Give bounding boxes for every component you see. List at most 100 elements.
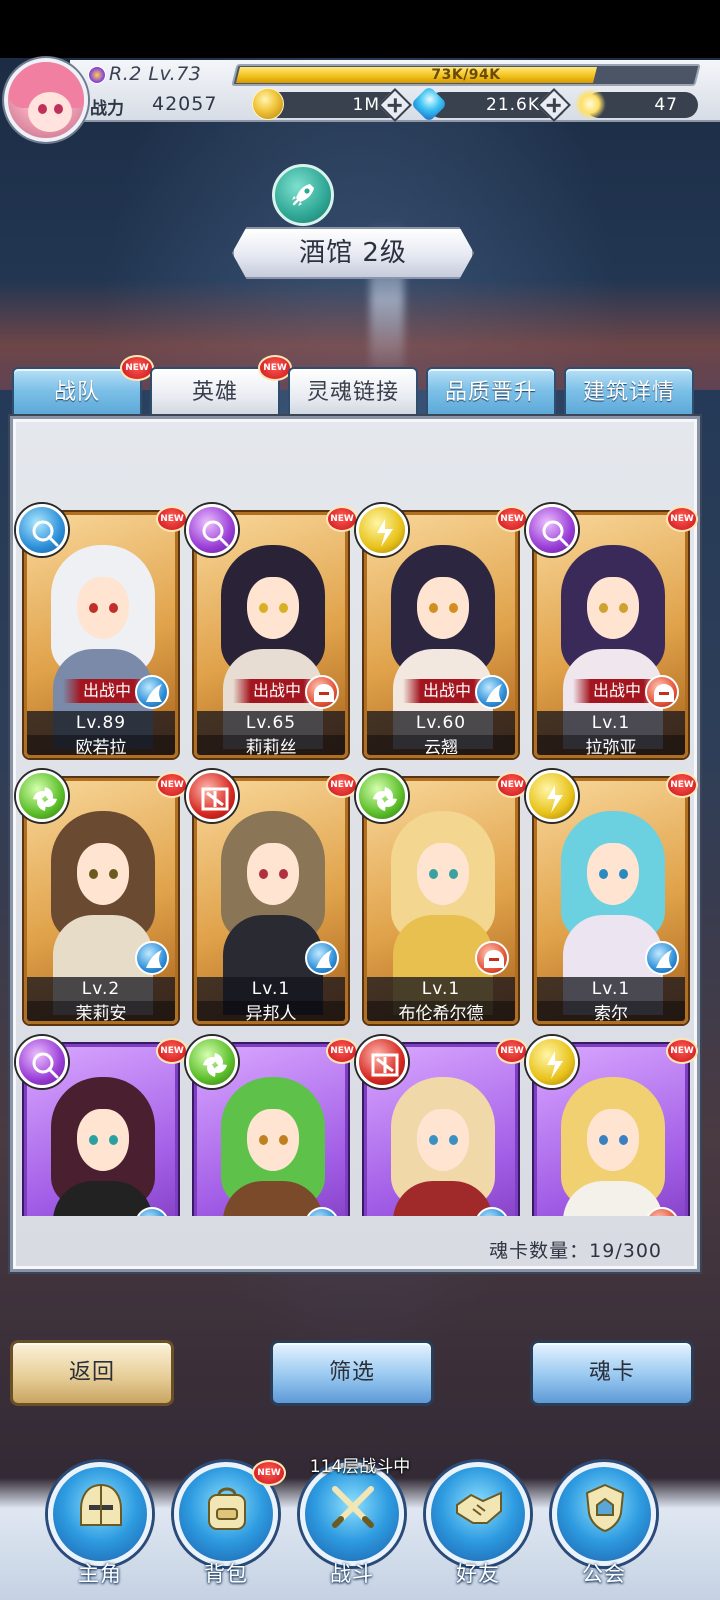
avatar-eye	[38, 104, 47, 114]
hero-eye	[279, 603, 288, 613]
handshake-icon	[456, 1491, 502, 1524]
ship-sail-icon	[135, 675, 169, 709]
tab-label: 建筑详情	[582, 380, 675, 405]
nav-label: 背包	[204, 1562, 248, 1586]
hero-level: Lv.1	[197, 977, 345, 1001]
power-value: 42057	[152, 93, 218, 115]
soul-card-button[interactable]: 魂卡	[530, 1340, 694, 1406]
hero-eye	[449, 603, 458, 613]
filter-label: 筛选	[328, 1360, 375, 1385]
nav-battle-button[interactable]	[300, 1462, 404, 1566]
new-badge: NEW	[156, 772, 188, 798]
hero-eye	[599, 869, 608, 879]
hero-face	[417, 1109, 469, 1171]
new-badge: NEW	[326, 1038, 358, 1064]
hero-face	[247, 1109, 299, 1171]
element-red-icon	[186, 770, 238, 822]
nav-hero-button[interactable]	[48, 1462, 152, 1566]
new-badge: NEW	[156, 1038, 188, 1064]
hero-portrait	[207, 1063, 335, 1216]
hero-eye	[619, 1135, 628, 1145]
tab-soul-link[interactable]: 灵魂链接	[288, 367, 418, 417]
new-badge: NEW	[666, 772, 698, 798]
hero-eye	[109, 869, 118, 879]
element-yellow-icon	[526, 1036, 578, 1088]
new-badge: NEW	[496, 1038, 528, 1064]
element-purple-icon	[16, 1036, 68, 1088]
hero-face	[587, 577, 639, 639]
hero-portrait	[547, 1063, 675, 1216]
tab-label: 战队	[53, 380, 100, 405]
tab-label: 英雄	[191, 380, 238, 405]
soul-card-count: 魂卡数量：19/300	[489, 1240, 662, 1262]
gold-value: 1M	[352, 95, 380, 115]
hero-name: 欧若拉	[27, 735, 175, 755]
ship-sail-icon	[645, 941, 679, 975]
guild-emblem-icon	[585, 1483, 625, 1533]
tab-label: 灵魂链接	[306, 380, 399, 405]
back-button[interactable]: 返回	[10, 1340, 174, 1406]
ship-sail-icon	[135, 941, 169, 975]
hero-level: Lv.1	[367, 977, 515, 1001]
hero-eye	[89, 603, 98, 613]
hero-eye	[89, 1135, 98, 1145]
new-badge: NEW	[666, 506, 698, 532]
crossed-swords-icon	[332, 1486, 374, 1528]
hero-name: 异邦人	[197, 1001, 345, 1021]
hero-face	[247, 577, 299, 639]
hero-face	[77, 577, 129, 639]
hero-eye	[449, 869, 458, 879]
tab-building-details[interactable]: 建筑详情	[564, 367, 694, 417]
hero-eye	[599, 603, 608, 613]
tab-quality-upgrade[interactable]: 品质晋升	[426, 367, 556, 417]
hero-eye	[619, 869, 628, 879]
nav-guild-button[interactable]	[552, 1462, 656, 1566]
warrior-helmet-icon	[305, 675, 339, 709]
new-badge: NEW	[326, 772, 358, 798]
new-badge: NEW	[258, 355, 292, 381]
hero-eye	[259, 869, 268, 879]
element-purple-icon	[186, 504, 238, 556]
hero-level: Lv.1	[537, 711, 685, 735]
sparkle-star-icon	[574, 88, 606, 120]
filter-button[interactable]: 筛选	[270, 1340, 434, 1406]
rocket-button[interactable]	[272, 164, 334, 226]
new-badge: NEW	[120, 355, 154, 381]
hero-face	[417, 577, 469, 639]
hero-eye	[109, 1135, 118, 1145]
hero-name: 布伦希尔德	[367, 1001, 515, 1021]
hero-face	[247, 843, 299, 905]
nav-friends-button[interactable]	[426, 1462, 530, 1566]
tab-label: 品质晋升	[444, 380, 537, 405]
avatar-eye	[54, 104, 63, 114]
hero-eye	[259, 603, 268, 613]
hero-level: Lv.60	[367, 711, 515, 735]
hero-eye	[279, 869, 288, 879]
element-green-icon	[186, 1036, 238, 1088]
back-label: 返回	[68, 1360, 115, 1385]
nav-label: 战斗	[330, 1562, 374, 1586]
player-rank-level: R.2 Lv.73	[109, 63, 202, 85]
new-badge: NEW	[496, 772, 528, 798]
status-bar-area	[0, 0, 720, 58]
ship-sail-icon	[475, 675, 509, 709]
floor-battle-status: 114层战斗中	[309, 1457, 411, 1477]
element-red-icon	[356, 1036, 408, 1088]
hero-eye	[449, 1135, 458, 1145]
soul-card-label: 魂卡	[588, 1360, 635, 1385]
new-badge: NEW	[496, 506, 528, 532]
hero-eye	[599, 1135, 608, 1145]
knight-helmet-icon	[80, 1483, 122, 1526]
element-blue-icon	[16, 504, 68, 556]
rank-gem-icon	[88, 66, 106, 84]
hero-eye	[109, 603, 118, 613]
hero-name: 茉莉安	[27, 1001, 175, 1021]
player-avatar[interactable]	[4, 58, 88, 142]
hero-face	[77, 843, 129, 905]
hero-face	[77, 1109, 129, 1171]
hero-level: Lv.1	[537, 977, 685, 1001]
nav-label: 公会	[582, 1562, 626, 1586]
hero-grid[interactable]: 出战中 Lv.89 欧若拉 NEW 出战中 Lv.65 莉莉丝 NEW 出战中 Lv.60 云翘 NE…	[14, 496, 698, 1216]
hero-level: Lv.89	[27, 711, 175, 735]
avatar-face	[28, 92, 72, 132]
